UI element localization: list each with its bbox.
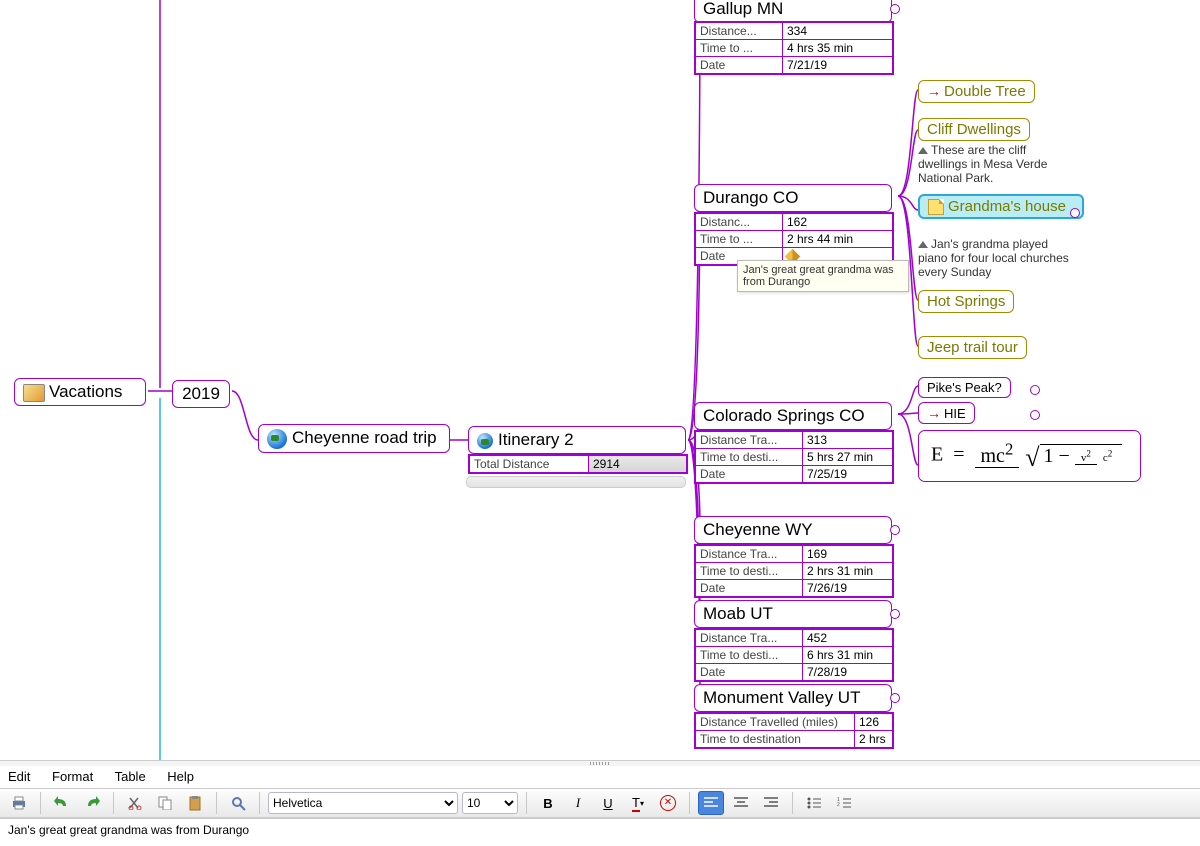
expand-knob[interactable] bbox=[890, 693, 900, 703]
node-cosprings[interactable]: Colorado Springs CO bbox=[694, 402, 892, 430]
align-right-button[interactable] bbox=[758, 791, 784, 815]
paste-icon bbox=[188, 796, 202, 811]
size-select[interactable]: 10 bbox=[462, 792, 518, 814]
undo-icon bbox=[54, 796, 70, 810]
globe-icon bbox=[477, 433, 493, 449]
node-trip[interactable]: Cheyenne road trip bbox=[258, 424, 450, 453]
node-hie[interactable]: →HIE bbox=[918, 402, 975, 424]
node-durango[interactable]: Durango CO bbox=[694, 184, 892, 212]
node-hotsprings[interactable]: Hot Springs bbox=[918, 290, 1014, 313]
menu-format[interactable]: Format bbox=[52, 769, 93, 784]
align-left-button[interactable] bbox=[698, 791, 724, 815]
globe-icon bbox=[267, 429, 287, 449]
textcolor-button[interactable]: T▾ bbox=[625, 791, 651, 815]
font-select[interactable]: Helvetica bbox=[268, 792, 458, 814]
number-list-button[interactable]: 12 bbox=[831, 791, 857, 815]
editor-toolbar: Helvetica 10 B I U T▾ ✕ 12 bbox=[0, 788, 1200, 818]
bold-button[interactable]: B bbox=[535, 791, 561, 815]
cut-button[interactable] bbox=[122, 791, 148, 815]
bullet-list-button[interactable] bbox=[801, 791, 827, 815]
note-tooltip: Jan's great great grandma was from Duran… bbox=[737, 260, 909, 292]
italic-button[interactable]: I bbox=[565, 791, 591, 815]
expand-knob[interactable] bbox=[890, 609, 900, 619]
monument-detail[interactable]: Distance Travelled (miles)126 Time to de… bbox=[694, 712, 894, 749]
expand-knob[interactable] bbox=[1070, 208, 1080, 218]
arrow-icon: → bbox=[927, 405, 941, 421]
note-cliff: These are the cliff dwellings in Mesa Ve… bbox=[918, 144, 1078, 185]
node-grandma[interactable]: Grandma's house bbox=[918, 194, 1084, 219]
print-icon bbox=[11, 796, 27, 810]
node-monument[interactable]: Monument Valley UT bbox=[694, 684, 892, 712]
svg-text:2: 2 bbox=[837, 802, 840, 808]
cheyenne-detail[interactable]: Distance Tra...169 Time to desti...2 hrs… bbox=[694, 544, 894, 598]
paste-button[interactable] bbox=[182, 791, 208, 815]
node-vacations[interactable]: Vacations bbox=[14, 378, 146, 406]
underline-button[interactable]: U bbox=[595, 791, 621, 815]
node-doubletree[interactable]: →Double Tree bbox=[918, 80, 1035, 103]
expand-knob[interactable] bbox=[890, 4, 900, 14]
cosprings-detail[interactable]: Distance Tra...313 Time to desti...5 hrs… bbox=[694, 430, 894, 484]
align-center-button[interactable] bbox=[728, 791, 754, 815]
note-grandma: Jan's grandma played piano for four loca… bbox=[918, 238, 1078, 279]
node-cliff[interactable]: Cliff Dwellings bbox=[918, 118, 1030, 141]
clearformat-button[interactable]: ✕ bbox=[655, 791, 681, 815]
node-pikes[interactable]: Pike's Peak? bbox=[918, 377, 1011, 398]
itinerary-detail[interactable]: Total Distance2914 bbox=[468, 454, 688, 474]
editor-menubar: Edit Format Table Help bbox=[0, 766, 1200, 788]
expand-knob[interactable] bbox=[1030, 410, 1040, 420]
node-gallup[interactable]: Gallup MN bbox=[694, 0, 892, 23]
menu-help[interactable]: Help bbox=[167, 769, 194, 784]
horizontal-scrollbar[interactable] bbox=[466, 476, 686, 488]
node-itinerary[interactable]: Itinerary 2 bbox=[468, 426, 686, 454]
find-button[interactable] bbox=[225, 791, 251, 815]
arrow-icon: → bbox=[927, 83, 941, 99]
mindmap-canvas[interactable]: Vacations 2019 Cheyenne road trip Itiner… bbox=[0, 0, 1200, 760]
print-button[interactable] bbox=[6, 791, 32, 815]
node-formula[interactable]: E = mc2√1 − v2c2 bbox=[918, 430, 1141, 482]
menu-edit[interactable]: Edit bbox=[8, 769, 30, 784]
scissors-icon bbox=[128, 796, 142, 810]
durango-detail[interactable]: Distanc...162 Time to ...2 hrs 44 min Da… bbox=[694, 212, 894, 266]
expand-knob[interactable] bbox=[1030, 385, 1040, 395]
menu-table[interactable]: Table bbox=[115, 769, 146, 784]
expand-knob[interactable] bbox=[890, 525, 900, 535]
node-moab[interactable]: Moab UT bbox=[694, 600, 892, 628]
redo-icon bbox=[84, 796, 100, 810]
redo-button[interactable] bbox=[79, 791, 105, 815]
note-icon bbox=[928, 199, 944, 215]
copy-button[interactable] bbox=[152, 791, 178, 815]
node-2019[interactable]: 2019 bbox=[172, 380, 230, 408]
copy-icon bbox=[158, 796, 172, 810]
node-jeep[interactable]: Jeep trail tour bbox=[918, 336, 1027, 359]
undo-button[interactable] bbox=[49, 791, 75, 815]
moab-detail[interactable]: Distance Tra...452 Time to desti...6 hrs… bbox=[694, 628, 894, 682]
note-editor[interactable]: Jan's great great grandma was from Duran… bbox=[0, 818, 1200, 846]
node-cheyenne[interactable]: Cheyenne WY bbox=[694, 516, 892, 544]
gallup-detail[interactable]: Distance...334 Time to ...4 hrs 35 min D… bbox=[694, 21, 894, 75]
search-icon bbox=[231, 796, 246, 811]
photo-icon bbox=[23, 384, 45, 402]
node-label: Vacations bbox=[49, 382, 122, 401]
